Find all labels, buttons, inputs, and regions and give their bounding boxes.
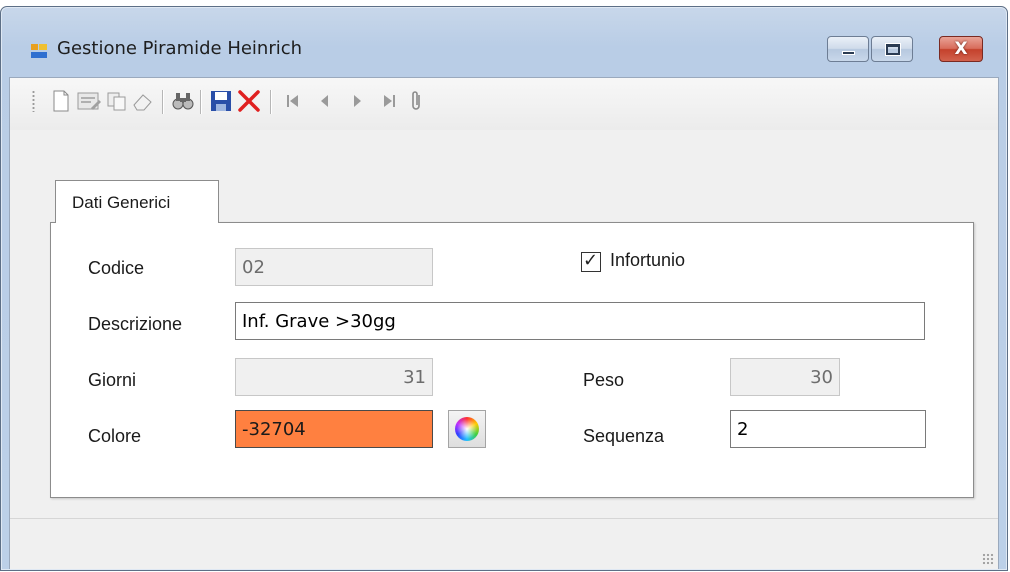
save-button[interactable] — [208, 88, 234, 114]
infortunio-checkbox[interactable]: ✓ — [581, 250, 601, 272]
edit-icon — [77, 92, 101, 110]
copy-button[interactable] — [104, 88, 130, 114]
status-bar — [10, 518, 998, 569]
codice-field[interactable]: 02 — [235, 248, 433, 286]
maximize-icon — [885, 43, 901, 56]
first-record-button[interactable] — [280, 88, 306, 114]
client-area: Dati Generici Codice 02 ✓ Infortunio Des… — [9, 77, 999, 569]
save-icon — [211, 91, 231, 111]
color-wheel-icon — [455, 417, 479, 441]
previous-record-button[interactable] — [312, 88, 338, 114]
find-button[interactable] — [170, 88, 196, 114]
toolbar — [10, 78, 998, 130]
application-window: Gestione Piramide Heinrich X Dati Generi… — [0, 6, 1008, 571]
sequenza-field[interactable]: 2 — [730, 410, 926, 448]
app-window-icon — [31, 44, 47, 58]
toolbar-grip[interactable] — [32, 90, 35, 112]
new-icon — [53, 90, 69, 112]
colore-field[interactable]: -32704 — [235, 410, 433, 448]
peso-label: Peso — [583, 370, 625, 390]
last-record-icon — [384, 95, 395, 107]
descrizione-field[interactable]: Inf. Grave >30gg — [235, 302, 925, 340]
erase-button[interactable] — [130, 88, 156, 114]
toolbar-separator — [200, 90, 201, 114]
colore-label: Colore — [88, 426, 142, 446]
toolbar-separator — [270, 90, 271, 114]
window-title: Gestione Piramide Heinrich — [57, 38, 303, 59]
peso-field[interactable]: 30 — [730, 358, 840, 396]
minimize-icon — [842, 51, 855, 55]
infortunio-label: Infortunio — [610, 250, 686, 270]
minimize-button[interactable] — [827, 36, 869, 62]
tab-dati-generici[interactable]: Dati Generici — [55, 180, 219, 223]
sequenza-label: Sequenza — [583, 426, 665, 446]
maximize-button[interactable] — [871, 36, 913, 62]
toolbar-separator — [162, 90, 163, 114]
giorni-field[interactable]: 31 — [235, 358, 433, 396]
edit-button[interactable] — [76, 88, 102, 114]
copy-icon — [107, 92, 126, 111]
close-button[interactable]: X — [939, 36, 983, 62]
delete-icon — [238, 90, 260, 112]
previous-record-icon — [321, 95, 328, 107]
color-picker-button[interactable] — [448, 410, 486, 448]
attachment-icon — [412, 91, 420, 110]
tab-label: Dati Generici — [72, 193, 171, 212]
first-record-icon — [287, 95, 298, 107]
close-icon: X — [954, 39, 968, 59]
delete-button[interactable] — [236, 88, 262, 114]
next-record-button[interactable] — [344, 88, 370, 114]
last-record-button[interactable] — [376, 88, 402, 114]
find-icon — [172, 93, 194, 110]
erase-icon — [133, 94, 152, 111]
attachment-button[interactable] — [404, 88, 430, 114]
title-bar[interactable]: Gestione Piramide Heinrich X — [1, 7, 1007, 77]
resize-grip-icon[interactable] — [982, 553, 994, 565]
descrizione-label: Descrizione — [88, 314, 183, 334]
giorni-label: Giorni — [88, 370, 137, 390]
new-button[interactable] — [48, 88, 74, 114]
next-record-icon — [354, 95, 361, 107]
check-icon: ✓ — [583, 250, 599, 271]
codice-label: Codice — [88, 258, 145, 278]
